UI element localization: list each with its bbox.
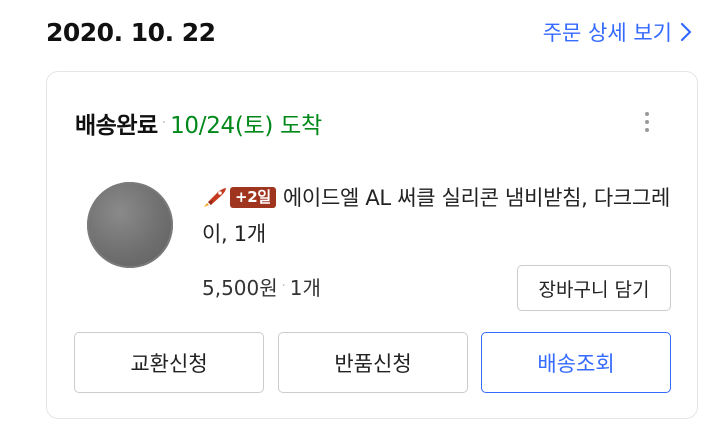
return-request-button[interactable]: 반품신청 bbox=[278, 332, 468, 393]
more-vertical-icon[interactable] bbox=[637, 108, 657, 138]
product-quantity: 1개 bbox=[289, 275, 321, 300]
chevron-right-icon bbox=[680, 22, 692, 42]
order-detail-link[interactable]: 주문 상세 보기 bbox=[543, 17, 692, 47]
order-date: 2020. 10. 22 bbox=[46, 17, 216, 47]
product-price: 5,500원 bbox=[202, 275, 278, 300]
delivery-status-row: 배송완료 · 10/24(토) 도착 bbox=[75, 108, 322, 139]
delivery-day-badge: +2일 bbox=[230, 187, 276, 208]
status-separator: · bbox=[161, 115, 167, 131]
order-header: 2020. 10. 22 주문 상세 보기 bbox=[46, 14, 692, 50]
order-detail-label: 주문 상세 보기 bbox=[542, 21, 672, 45]
order-page: 2020. 10. 22 주문 상세 보기 배송완료 · 10/24(토) 도착 bbox=[0, 0, 723, 426]
rocket-icon bbox=[204, 188, 226, 207]
product-title-line[interactable]: +2일 에이드엘 AL 써클 실리콘 냄비받침, 다크그레이, 1개 bbox=[202, 180, 677, 252]
add-to-cart-button[interactable]: 장바구니 담기 bbox=[517, 265, 671, 311]
price-row: 5,500원 · 1개 bbox=[202, 266, 321, 306]
delivery-status: 배송완료 bbox=[75, 113, 158, 139]
product-thumbnail[interactable] bbox=[87, 182, 173, 268]
exchange-request-button[interactable]: 교환신청 bbox=[74, 332, 264, 393]
arrival-date: 10/24(토) 도착 bbox=[170, 113, 322, 139]
price-separator: · bbox=[281, 278, 286, 294]
product-info: +2일 에이드엘 AL 써클 실리콘 냄비받침, 다크그레이, 1개 bbox=[202, 180, 677, 252]
order-card: 배송완료 · 10/24(토) 도착 +2일 에이드엘 AL 써클 실리콘 냄비받… bbox=[46, 71, 698, 419]
track-delivery-button[interactable]: 배송조회 bbox=[481, 332, 671, 393]
